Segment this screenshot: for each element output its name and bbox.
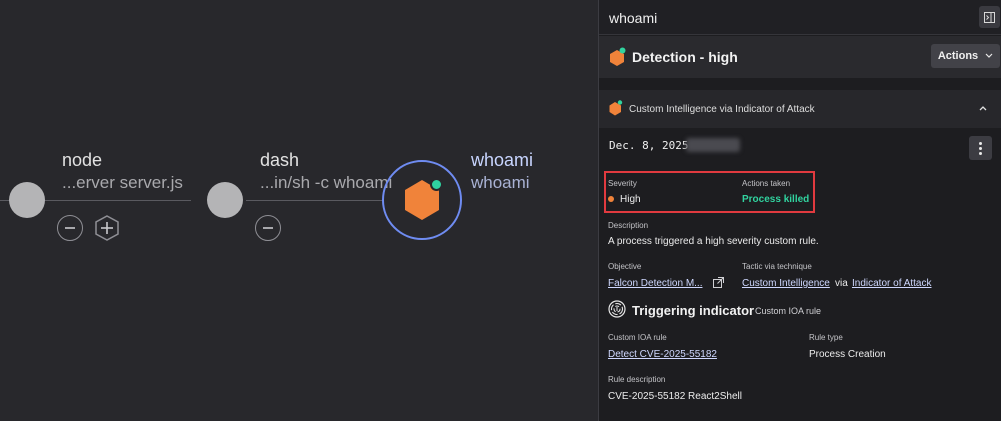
minus-circle-icon: [65, 227, 75, 229]
via-text: via: [835, 278, 848, 289]
chevron-down-icon: [985, 53, 993, 58]
detection-date: Dec. 8, 2025: [609, 139, 689, 152]
actions-taken-label: Actions taken: [742, 179, 791, 188]
redacted-time: [686, 138, 740, 152]
objective-link[interactable]: Falcon Detection M...: [608, 278, 702, 289]
collapse-node-button[interactable]: [255, 215, 281, 241]
collapse-node-button[interactable]: [57, 215, 83, 241]
description-label: Description: [608, 221, 649, 230]
chevron-up-icon[interactable]: [977, 102, 989, 114]
rule-description-value: CVE-2025-55182 React2Shell: [608, 391, 742, 402]
collapse-panel-icon: [984, 11, 995, 23]
minus-circle-icon: [263, 227, 273, 229]
expand-node-button[interactable]: [93, 214, 121, 242]
actions-taken-value: Process killed: [742, 194, 810, 205]
kebab-dot: [979, 151, 982, 155]
fingerprint-icon: [608, 300, 626, 318]
graph-edge: [246, 200, 382, 201]
plus-hexagon-icon: [95, 215, 119, 241]
panel-header: whoami: [599, 0, 1001, 35]
triggering-indicator-subtitle: Custom IOA rule: [755, 306, 822, 316]
ioa-rule-link[interactable]: Detect CVE-2025-55182: [608, 349, 717, 360]
severity-value: High: [620, 194, 641, 205]
panel-title: whoami: [609, 10, 658, 26]
external-link-icon[interactable]: [713, 277, 724, 288]
node-command: ...erver server.js: [62, 173, 183, 192]
description-value: A process triggered a high severity cust…: [608, 236, 819, 247]
highlight-box: [604, 171, 815, 213]
detection-hexagon-icon: [609, 100, 623, 116]
node-command: whoami: [471, 173, 530, 192]
tactic-link[interactable]: Custom Intelligence: [742, 278, 830, 289]
status-dot: [430, 178, 443, 191]
node-name: whoami: [471, 150, 534, 170]
triggering-indicator-title: Triggering indicator: [632, 303, 755, 318]
graph-edge: [44, 200, 191, 201]
graph-node-dash[interactable]: [207, 182, 243, 218]
actions-dropdown-button[interactable]: Actions: [931, 44, 1000, 68]
rule-type-label: Rule type: [809, 333, 843, 342]
detection-hexagon-icon: [610, 47, 626, 66]
objective-label: Objective: [608, 262, 642, 271]
technique-link[interactable]: Indicator of Attack: [852, 278, 932, 289]
tactic-label: Tactic via technique: [742, 262, 812, 271]
rule-description-label: Rule description: [608, 375, 666, 384]
node-name: node: [62, 150, 103, 170]
detection-details-panel: whoami Detection - high Actions Custom I…: [598, 0, 1001, 421]
severity-dot: [608, 196, 614, 202]
more-options-button[interactable]: [969, 136, 992, 160]
detection-summary-bar: Detection - high Actions: [599, 36, 1001, 78]
actions-label: Actions: [937, 50, 979, 62]
collapse-panel-button[interactable]: [979, 6, 1000, 28]
rule-type-value: Process Creation: [809, 349, 886, 360]
node-command: ...in/sh -c whoami: [260, 173, 393, 192]
kebab-dot: [979, 146, 982, 150]
section-title: Custom Intelligence via Indicator of Att…: [629, 104, 815, 115]
detection-title: Detection - high: [632, 49, 738, 65]
severity-label: Severity: [608, 179, 637, 188]
process-graph-canvas[interactable]: node ...erver server.js dash ...in/sh -c…: [0, 0, 598, 421]
ioa-rule-label: Custom IOA rule: [608, 333, 667, 342]
node-name: dash: [260, 150, 300, 170]
section-header-custom-intelligence[interactable]: Custom Intelligence via Indicator of Att…: [599, 90, 1001, 128]
graph-node-node[interactable]: [9, 182, 45, 218]
kebab-menu-icon: [979, 141, 982, 145]
